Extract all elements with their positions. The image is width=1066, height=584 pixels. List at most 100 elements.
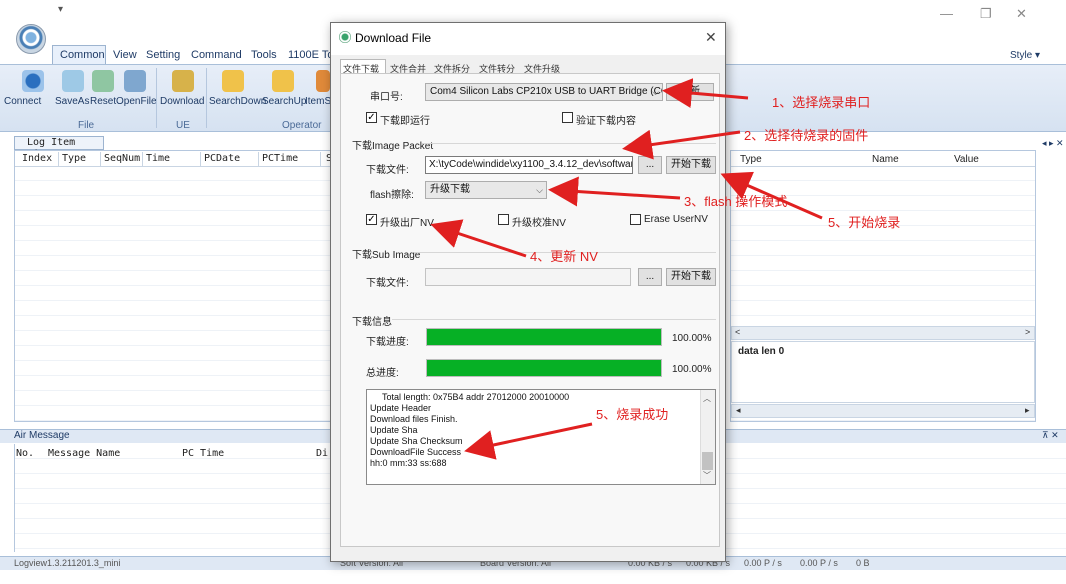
maximize-icon[interactable]: ❐ xyxy=(980,6,992,22)
log-scroll-thumb[interactable] xyxy=(702,452,713,470)
tab-tools[interactable]: Tools xyxy=(251,47,277,65)
scroll-up-icon[interactable]: ︿ xyxy=(703,393,711,404)
log-col-pctime[interactable]: PCTime xyxy=(262,153,298,164)
port-select-value: Com4 Silicon Labs CP210x USB to UART Bri… xyxy=(430,86,663,97)
ribbon-group-ue: UE xyxy=(176,120,190,131)
annotation-5a: 5、开始烧录 xyxy=(828,215,901,230)
port-select[interactable]: Com4 Silicon Labs CP210x USB to UART Bri… xyxy=(425,83,663,101)
annotation-2: 2、选择待烧录的固件 xyxy=(744,128,869,143)
port-label: 串口号: xyxy=(370,92,403,103)
reset-icon[interactable] xyxy=(92,70,114,92)
sub-file-label: 下载文件: xyxy=(366,278,409,289)
image-packet-group-title: 下载Image Packet xyxy=(352,141,434,152)
download-file-label: 下载文件: xyxy=(366,165,409,176)
log-line: Update Header xyxy=(370,403,432,413)
download-progress-fill xyxy=(427,329,661,345)
style-menu[interactable]: Style ▾ xyxy=(1010,50,1040,61)
items-button[interactable]: ItemS xyxy=(305,96,331,107)
flash-erase-value: 升级下载 xyxy=(430,184,470,195)
scroll-left-icon[interactable]: ◂ xyxy=(736,405,741,416)
log-line: DownloadFile Success xyxy=(370,447,462,457)
column-divider xyxy=(142,152,143,166)
ribbon-separator xyxy=(206,68,207,128)
ribbon-separator xyxy=(156,68,157,128)
dialog-close-icon[interactable]: ✕ xyxy=(705,29,717,46)
sub-start-download-button[interactable]: 开始下载 xyxy=(666,268,716,286)
tab-common[interactable]: Common xyxy=(60,47,105,65)
searchup-icon[interactable] xyxy=(272,70,294,92)
log-col-index[interactable]: Index xyxy=(22,153,52,164)
quick-access-dropdown-icon[interactable]: ▾ xyxy=(58,4,63,15)
detail-col-name[interactable]: Name xyxy=(872,154,899,165)
upgrade-calibration-nv-checkbox[interactable] xyxy=(498,214,509,225)
scroll-down-icon[interactable]: ﹀ xyxy=(703,470,711,481)
dialog-title: Download File xyxy=(355,31,432,45)
upgrade-calibration-nv-label: 升级校准NV xyxy=(512,218,566,229)
refresh-button[interactable]: 刷新 xyxy=(666,83,714,101)
hex-horizontal-scrollbar[interactable] xyxy=(731,404,1035,418)
column-divider xyxy=(258,152,259,166)
saveas-button[interactable]: SaveAs xyxy=(55,96,89,107)
minimize-icon[interactable]: — xyxy=(940,6,953,21)
download-button[interactable]: Download xyxy=(160,96,204,107)
close-icon[interactable]: ✕ xyxy=(1016,6,1027,22)
download-file-path-field[interactable]: X:\tyCode\windide\xy1100_3.4.12_dev\soft… xyxy=(425,156,633,174)
upgrade-factory-nv-label: 升级出厂NV xyxy=(380,218,434,229)
ribbon-group-operator: Operator xyxy=(282,120,322,131)
log-col-pcdate[interactable]: PCDate xyxy=(204,153,240,164)
browse-file-button[interactable]: ... xyxy=(638,156,662,174)
status-rate-4: 0.00 P / s xyxy=(800,558,838,568)
tab-view[interactable]: View xyxy=(113,47,137,65)
panel-nav-arrows-icon[interactable]: ◂ ▸ ✕ xyxy=(1042,138,1064,149)
air-col-no[interactable]: No. xyxy=(16,448,34,459)
air-col-message-name[interactable]: Message Name xyxy=(48,448,120,459)
openfile-icon[interactable] xyxy=(124,70,146,92)
verify-download-checkbox[interactable] xyxy=(562,112,573,123)
column-divider xyxy=(200,152,201,166)
sub-file-path-field[interactable] xyxy=(425,268,631,286)
run-after-download-checkbox[interactable]: ✓ xyxy=(366,112,377,123)
total-progress-percent: 100.00% xyxy=(672,364,712,375)
status-rate-3: 0.00 P / s xyxy=(744,558,782,568)
pin-close-icon[interactable]: ⊼ ✕ xyxy=(1042,430,1059,441)
start-download-button[interactable]: 开始下载 xyxy=(666,156,716,174)
tab-command[interactable]: Command xyxy=(191,47,242,65)
detail-col-value[interactable]: Value xyxy=(954,154,979,165)
scroll-left-icon[interactable]: < xyxy=(735,327,740,337)
sub-browse-button[interactable]: ... xyxy=(638,268,662,286)
flash-erase-label: flash擦除: xyxy=(370,190,414,201)
openfile-button[interactable]: OpenFile xyxy=(116,96,157,107)
searchdown-button[interactable]: SearchDown xyxy=(209,96,266,107)
air-col-pc-time[interactable]: PC Time xyxy=(182,448,224,459)
log-item-table[interactable] xyxy=(14,150,334,422)
connect-icon[interactable] xyxy=(22,70,44,92)
verify-download-label: 验证下载内容 xyxy=(576,116,636,127)
total-progress-label: 总进度: xyxy=(366,368,399,379)
upgrade-factory-nv-checkbox[interactable]: ✓ xyxy=(366,214,377,225)
tab-setting[interactable]: Setting xyxy=(146,47,180,65)
annotation-5b: 5、烧录成功 xyxy=(596,407,669,422)
air-message-title: Air Message xyxy=(14,430,70,441)
download-icon[interactable] xyxy=(172,70,194,92)
log-col-type[interactable]: Type xyxy=(62,153,86,164)
items-icon[interactable] xyxy=(316,70,330,92)
detail-horizontal-scrollbar[interactable] xyxy=(731,326,1035,340)
status-bytes: 0 B xyxy=(856,558,870,568)
reset-button[interactable]: Reset xyxy=(90,96,116,107)
connect-button[interactable]: Connect xyxy=(4,96,41,107)
saveas-icon[interactable] xyxy=(62,70,84,92)
log-col-time[interactable]: Time xyxy=(146,153,170,164)
scroll-right-icon[interactable]: ▸ xyxy=(1025,405,1030,416)
air-col-di[interactable]: Di xyxy=(316,448,328,459)
searchdown-icon[interactable] xyxy=(222,70,244,92)
log-line: Update Sha xyxy=(370,425,418,435)
erase-user-nv-checkbox[interactable] xyxy=(630,214,641,225)
searchup-button[interactable]: SearchUp xyxy=(262,96,306,107)
app-logo-icon[interactable] xyxy=(16,24,46,54)
log-item-view-tab[interactable]: Log Item View xyxy=(14,136,104,160)
total-progress-fill xyxy=(427,360,661,376)
flash-erase-select[interactable]: 升级下载 ⌵ xyxy=(425,181,547,199)
scroll-right-icon[interactable]: > xyxy=(1025,327,1030,337)
detail-col-type[interactable]: Type xyxy=(740,154,762,165)
log-col-seqnum[interactable]: SeqNum xyxy=(104,153,140,164)
